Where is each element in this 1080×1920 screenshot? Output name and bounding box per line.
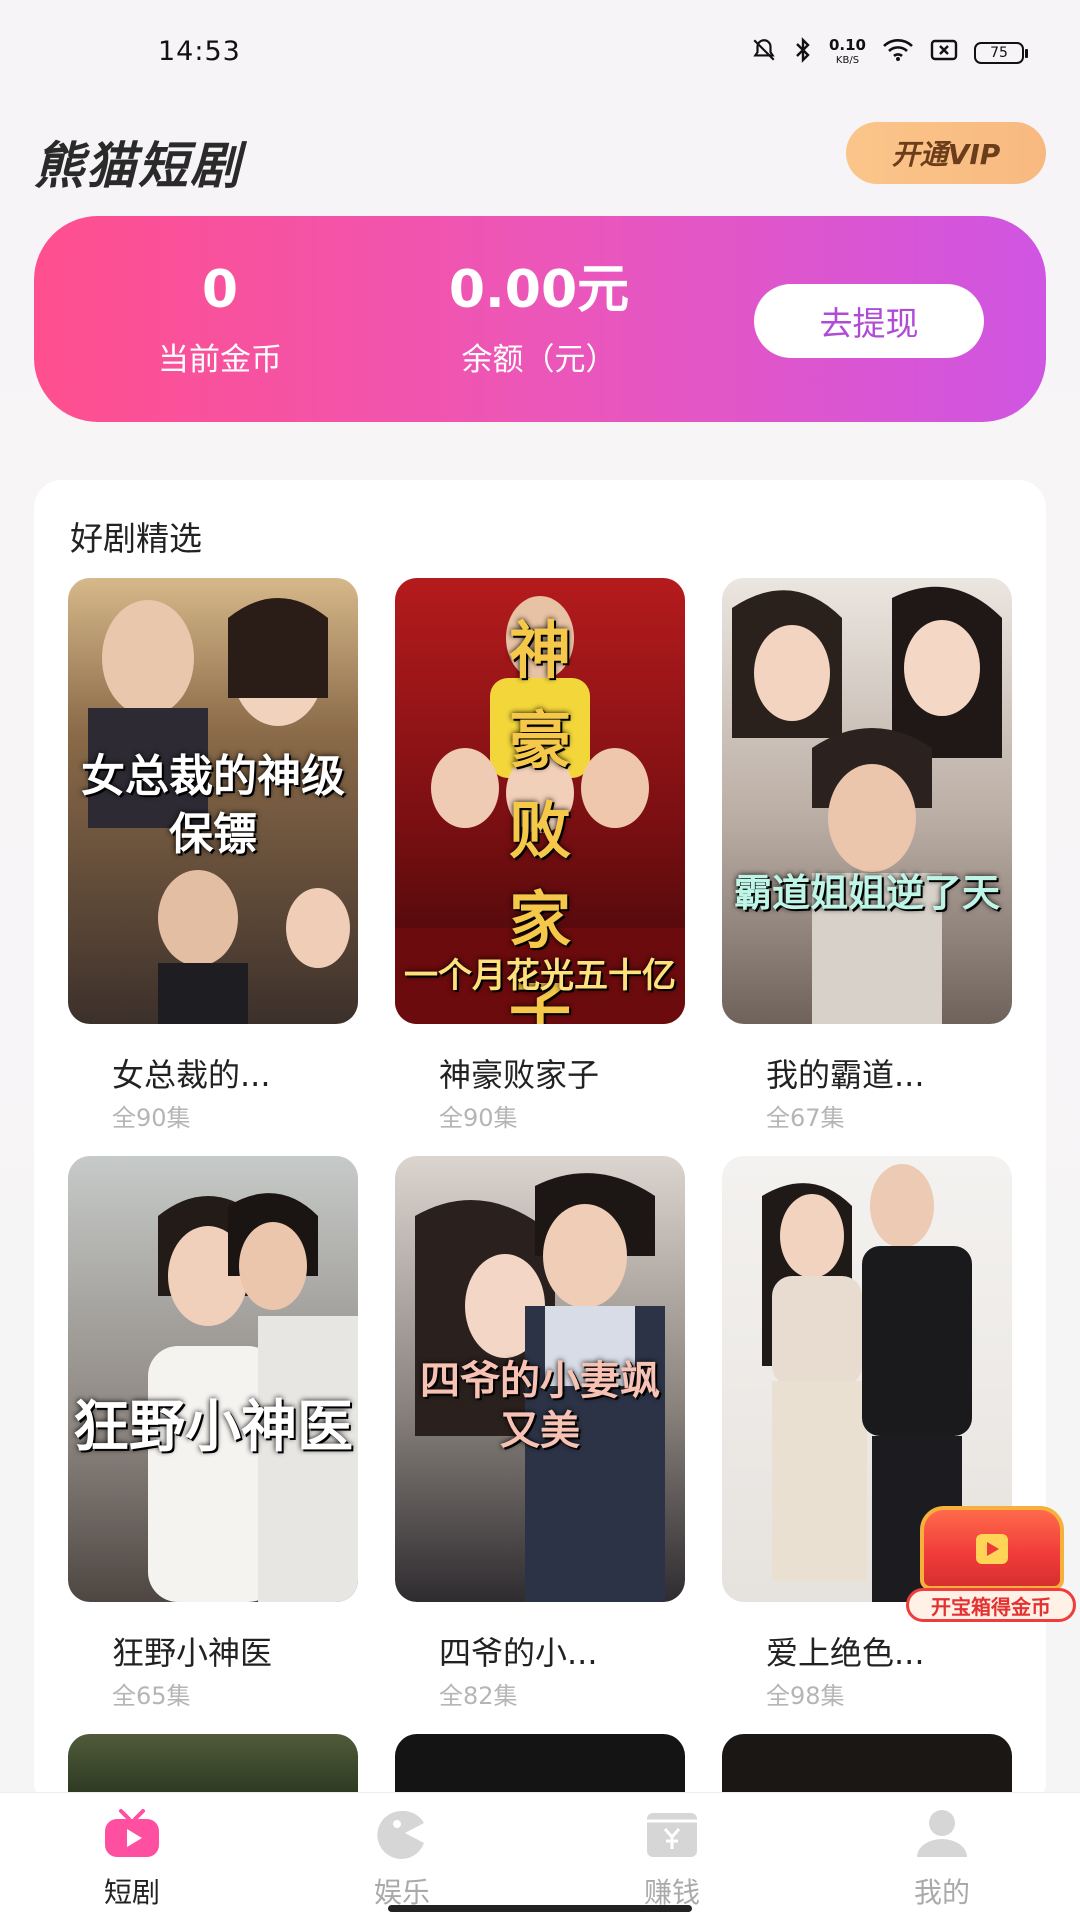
treasure-label: 开宝箱得金币 bbox=[906, 1588, 1076, 1622]
battery-indicator: 75 bbox=[974, 42, 1028, 64]
drama-episodes: 全90集 bbox=[439, 1104, 518, 1132]
drama-episodes: 全65集 bbox=[112, 1682, 191, 1710]
net-speed-value: 0.10 bbox=[828, 36, 866, 54]
poster-text: 狂野小神医 bbox=[73, 1395, 353, 1460]
drama-poster[interactable]: 四爷的小妻飒又美 bbox=[395, 1156, 685, 1602]
nav-item-entertainment[interactable]: 娱乐 bbox=[322, 1807, 482, 1911]
user-icon bbox=[913, 1807, 971, 1859]
drama-episodes: 全90集 bbox=[112, 1104, 191, 1132]
nav-label: 短剧 bbox=[103, 1876, 160, 1909]
poster-text: 女总裁的神级保镖 bbox=[81, 751, 345, 860]
bottom-nav: 短剧 娱乐 赚钱 我的 bbox=[0, 1792, 1080, 1920]
treasure-box-button[interactable]: 开宝箱得金币 bbox=[906, 1506, 1076, 1626]
open-vip-button[interactable]: 开通VIP bbox=[846, 122, 1046, 184]
nav-label: 我的 bbox=[913, 1876, 970, 1909]
nav-item-earn[interactable]: 赚钱 bbox=[592, 1807, 752, 1911]
drama-poster[interactable]: 狂野小神医 bbox=[68, 1156, 358, 1602]
wallet-icon bbox=[643, 1807, 701, 1859]
drama-title: 我的霸道... bbox=[766, 1056, 925, 1094]
drama-poster[interactable]: 女总裁的神级保镖 bbox=[68, 578, 358, 1024]
drama-title: 四爷的小... bbox=[439, 1634, 598, 1672]
drama-episodes: 全98集 bbox=[766, 1682, 845, 1710]
net-speed-unit: KB/S bbox=[835, 55, 860, 66]
balance-stat: 0.00元 余额（元） bbox=[424, 258, 654, 379]
status-time: 14:53 bbox=[158, 36, 241, 67]
sim-off-icon bbox=[930, 38, 958, 69]
drama-card[interactable]: 四爷的小妻飒又美 四爷的小... 全82集 bbox=[395, 1156, 685, 1711]
drama-card[interactable]: 爱上绝色... 全98集 bbox=[722, 1156, 1012, 1711]
drama-card[interactable]: 狂野小神医 狂野小神医 全65集 bbox=[68, 1156, 358, 1711]
nav-item-drama[interactable]: 短剧 bbox=[52, 1807, 212, 1911]
drama-card[interactable]: 女总裁的神级保镖 女总裁的... 全90集 bbox=[68, 578, 358, 1133]
tv-icon bbox=[103, 1807, 161, 1859]
nav-item-profile[interactable]: 我的 bbox=[862, 1807, 1022, 1911]
poster-figures bbox=[148, 1193, 358, 1602]
section-title: 好剧精选 bbox=[70, 519, 202, 558]
poster-text: 四爷的小妻飒又美 bbox=[420, 1358, 660, 1454]
coins-label: 当前金币 bbox=[158, 342, 282, 378]
status-icons: 0.10 KB/S 75 bbox=[751, 36, 1028, 70]
drama-poster[interactable]: 霸道姐姐逆了天 bbox=[722, 578, 1012, 1024]
drama-title: 爱上绝色... bbox=[766, 1634, 925, 1672]
network-speed: 0.10 KB/S bbox=[829, 38, 866, 68]
coins-stat: 0 当前金币 bbox=[130, 258, 310, 379]
withdraw-button[interactable]: 去提现 bbox=[754, 284, 984, 358]
drama-poster-partial[interactable] bbox=[395, 1734, 685, 1792]
balance-value: 0.00元 bbox=[448, 260, 630, 320]
poster-subtext: 一个月花光五十亿 bbox=[404, 956, 676, 996]
featured-section: 好剧精选 女总裁的神级保镖 女总裁的... 全90集 神豪 败家子 一个月花光五… bbox=[34, 480, 1046, 1810]
drama-poster-partial[interactable] bbox=[722, 1734, 1012, 1792]
bluetooth-icon bbox=[793, 36, 813, 70]
drama-card[interactable]: 霸道姐姐逆了天 我的霸道... 全67集 bbox=[722, 578, 1012, 1133]
drama-episodes: 全67集 bbox=[766, 1104, 845, 1132]
game-icon bbox=[373, 1807, 431, 1859]
treasure-chest-icon bbox=[920, 1506, 1064, 1590]
drama-title: 神豪败家子 bbox=[439, 1056, 600, 1094]
home-indicator[interactable] bbox=[388, 1905, 692, 1912]
coins-value: 0 bbox=[201, 260, 239, 320]
wifi-icon bbox=[882, 38, 914, 69]
drama-card[interactable]: 神豪 败家子 一个月花光五十亿 神豪败家子 全90集 bbox=[395, 578, 685, 1133]
app-title: 熊猫短剧 bbox=[34, 137, 242, 195]
app-header: 熊猫短剧 开通VIP bbox=[0, 104, 1080, 214]
balance-label: 余额（元） bbox=[461, 342, 617, 378]
mute-bell-icon bbox=[751, 37, 777, 70]
poster-text: 霸道姐姐逆了天 bbox=[733, 871, 1000, 915]
status-bar: 14:53 0.10 KB/S 75 bbox=[0, 0, 1080, 104]
drama-episodes: 全82集 bbox=[439, 1682, 518, 1710]
wallet-card: 0 当前金币 0.00元 余额（元） 去提现 bbox=[34, 216, 1046, 422]
poster-figures bbox=[732, 586, 1002, 1024]
drama-title: 狂野小神医 bbox=[112, 1634, 273, 1672]
drama-poster-partial[interactable] bbox=[68, 1734, 358, 1792]
drama-poster[interactable]: 神豪 败家子 一个月花光五十亿 bbox=[395, 578, 685, 1024]
drama-title: 女总裁的... bbox=[112, 1056, 271, 1094]
